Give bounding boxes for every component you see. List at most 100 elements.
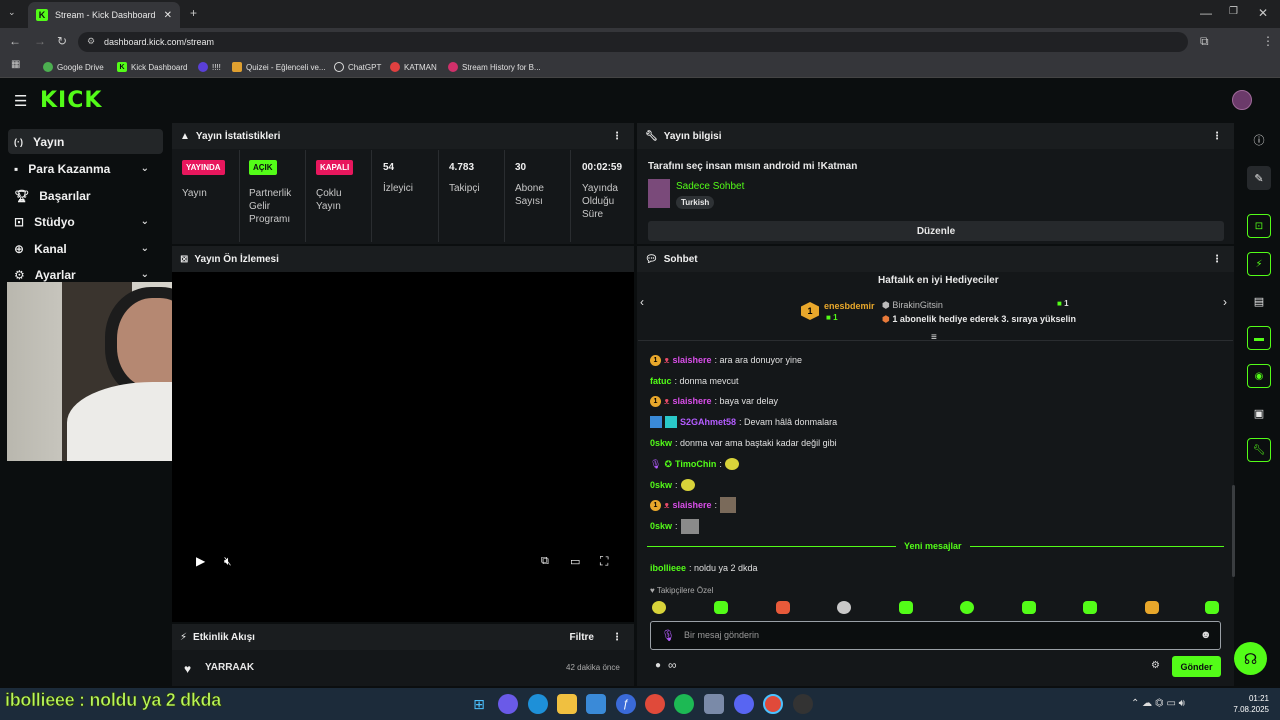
chat-username[interactable]: slaishere — [672, 500, 711, 510]
extensions-icon[interactable]: ⧉ — [1200, 34, 1209, 49]
print-icon[interactable]: ▣ — [1247, 401, 1271, 425]
kebab-menu-icon[interactable]: ⋮ — [612, 632, 622, 643]
camera-icon[interactable]: ⊡ — [1247, 214, 1271, 238]
file-explorer-icon[interactable] — [557, 694, 577, 714]
document-icon[interactable]: ▤ — [1247, 289, 1271, 313]
reload-icon[interactable]: ↻ — [57, 34, 67, 48]
chat-scrollbar[interactable] — [1232, 485, 1235, 577]
bookmark-chatgpt[interactable]: ChatGPT — [334, 61, 381, 73]
url-input[interactable]: ⚙ dashboard.kick.com/stream — [78, 32, 1188, 52]
emote-icon[interactable] — [1145, 601, 1159, 614]
emote-icon[interactable] — [714, 601, 728, 614]
bookmark-google-drive[interactable]: Google Drive — [43, 61, 104, 73]
bookmark-kick-dashboard[interactable]: K Kick Dashboard — [117, 61, 187, 73]
windows-start-icon[interactable]: ⊞ — [469, 694, 489, 714]
broadcast-icon[interactable]: ◉ — [1247, 364, 1271, 388]
browser-menu-icon[interactable]: ⋮ — [1262, 34, 1274, 48]
tray-icons[interactable]: ⌃ ☁ ⏣ ▭ 🔊︎ — [1131, 698, 1185, 709]
user-avatar[interactable] — [1232, 90, 1252, 110]
window-close-icon[interactable]: ✕ — [1258, 6, 1268, 20]
bookmark-stream-history[interactable]: Stream History for B... — [448, 61, 541, 73]
emote-icon[interactable] — [899, 601, 913, 614]
kick-logo[interactable]: KICK — [40, 88, 102, 113]
chat-username[interactable]: TimoChin — [675, 459, 716, 469]
emote-icon[interactable] — [652, 601, 666, 614]
emote-icon[interactable] — [837, 601, 851, 614]
filter-button[interactable]: Filtre — [570, 632, 594, 643]
back-icon[interactable]: ← — [9, 34, 21, 48]
send-button[interactable]: Gönder — [1172, 656, 1221, 677]
category-link[interactable]: Sadece Sohbet — [676, 181, 744, 192]
obs-icon[interactable] — [704, 694, 724, 714]
sub-badge-icon: 1 — [650, 395, 661, 407]
discord-icon[interactable] — [734, 694, 754, 714]
top-gifter-name[interactable]: enesbdemir — [824, 301, 875, 311]
chat-settings-icon[interactable]: ⚙ — [1151, 660, 1160, 671]
kebab-menu-icon[interactable]: ⋮ — [1212, 131, 1222, 142]
sidebar-item-para-kazanma[interactable]: ▪ Para Kazanma ⌄ — [8, 156, 163, 181]
sidebar-item-basarilar[interactable]: 🏆︎ Başarılar — [8, 183, 163, 208]
emote-icon[interactable] — [776, 601, 790, 614]
edit-button[interactable]: Düzenle — [648, 221, 1224, 241]
emote-icon[interactable] — [1205, 601, 1219, 614]
users-icon[interactable]: ● — [655, 660, 661, 671]
minimize-icon[interactable]: — — [1200, 6, 1212, 20]
infinity-icon[interactable]: ∞ — [668, 658, 677, 672]
kebab-menu-icon[interactable]: ⋮ — [1212, 254, 1222, 265]
mute-icon[interactable]: 🔇︎ — [224, 554, 232, 569]
edge-icon[interactable] — [528, 694, 548, 714]
chat-username[interactable]: 0skw — [650, 480, 672, 490]
second-gifter-name[interactable]: ⬢ BirakinGitsin — [882, 300, 943, 311]
chat-username[interactable]: 0skw — [650, 438, 672, 448]
chrome-active-icon[interactable] — [763, 694, 783, 714]
site-info-icon[interactable]: ⚙ — [87, 36, 95, 47]
dashboard-header — [0, 79, 1280, 121]
clock[interactable]: 01:21 7.08.2025 — [1233, 693, 1269, 715]
chat-username[interactable]: ibollieee — [650, 563, 686, 573]
kebab-menu-icon[interactable]: ⋮ — [612, 131, 622, 142]
chat-username[interactable]: slaishere — [672, 355, 711, 365]
chat-username[interactable]: S2GAhmet58 — [680, 417, 736, 427]
chat-username[interactable]: 0skw — [650, 521, 672, 531]
chat-username[interactable]: fatuc — [650, 376, 672, 386]
bookmark-exclaim[interactable]: !!!! — [198, 61, 221, 73]
edit-icon[interactable]: ✎ — [1247, 166, 1271, 190]
store-icon[interactable] — [586, 694, 606, 714]
play-icon[interactable]: ▶ — [196, 554, 205, 568]
hamburger-menu-icon[interactable]: ☰ — [14, 92, 27, 110]
filter-lines-icon[interactable]: ≡ — [931, 332, 937, 343]
bolt-icon[interactable]: ⚡︎ — [1247, 252, 1271, 276]
chevron-right-icon[interactable]: › — [1223, 295, 1227, 309]
pip-icon[interactable]: ⧉ — [541, 555, 549, 568]
app-icon[interactable]: ƒ — [616, 694, 636, 714]
chrome-icon[interactable] — [645, 694, 665, 714]
spotify-icon[interactable] — [674, 694, 694, 714]
bookmark-quizei[interactable]: Quizei - Eğlenceli ve... — [232, 61, 326, 73]
sidebar-item-studyo[interactable]: ⊡ Stüdyo ⌄ — [8, 209, 163, 234]
info-icon[interactable]: ⓘ — [1247, 128, 1271, 152]
theater-icon[interactable]: ▭ — [570, 555, 580, 568]
restore-icon[interactable]: ❐ — [1229, 6, 1238, 17]
chevron-left-icon[interactable]: ‹ — [640, 295, 644, 309]
browser-tab[interactable]: K Stream - Kick Dashboard ✕ — [28, 2, 180, 28]
support-headset-icon[interactable]: ☊ — [1234, 642, 1267, 675]
fullscreen-icon[interactable]: ⛶ — [600, 554, 608, 569]
emote-icon[interactable] — [1083, 601, 1097, 614]
wrench-icon[interactable]: 🔧︎ — [1247, 438, 1271, 462]
emote-icon[interactable] — [960, 601, 974, 614]
new-tab-icon[interactable]: + — [190, 6, 197, 20]
sidebar-item-kanal[interactable]: ⊕ Kanal ⌄ — [8, 236, 163, 261]
chat-username[interactable]: slaishere — [672, 396, 711, 406]
chat-input[interactable]: 🎙︎ Bir mesaj gönderin ☻ — [650, 621, 1221, 650]
forward-icon[interactable]: → — [34, 34, 46, 48]
bookmark-katman[interactable]: KATMAN — [390, 61, 437, 73]
emote-icon[interactable] — [1022, 601, 1036, 614]
chat-bubble-icon[interactable]: ▬ — [1247, 326, 1271, 350]
sidebar-item-yayin[interactable]: (·) Yayın — [8, 129, 163, 154]
app-icon[interactable] — [793, 694, 813, 714]
apps-icon[interactable]: ▦ — [11, 59, 20, 70]
tab-list-icon[interactable]: ⌄ — [8, 7, 16, 18]
copilot-icon[interactable] — [498, 694, 518, 714]
emoji-icon[interactable]: ☻ — [1200, 629, 1212, 641]
close-tab-icon[interactable]: ✕ — [164, 10, 172, 21]
